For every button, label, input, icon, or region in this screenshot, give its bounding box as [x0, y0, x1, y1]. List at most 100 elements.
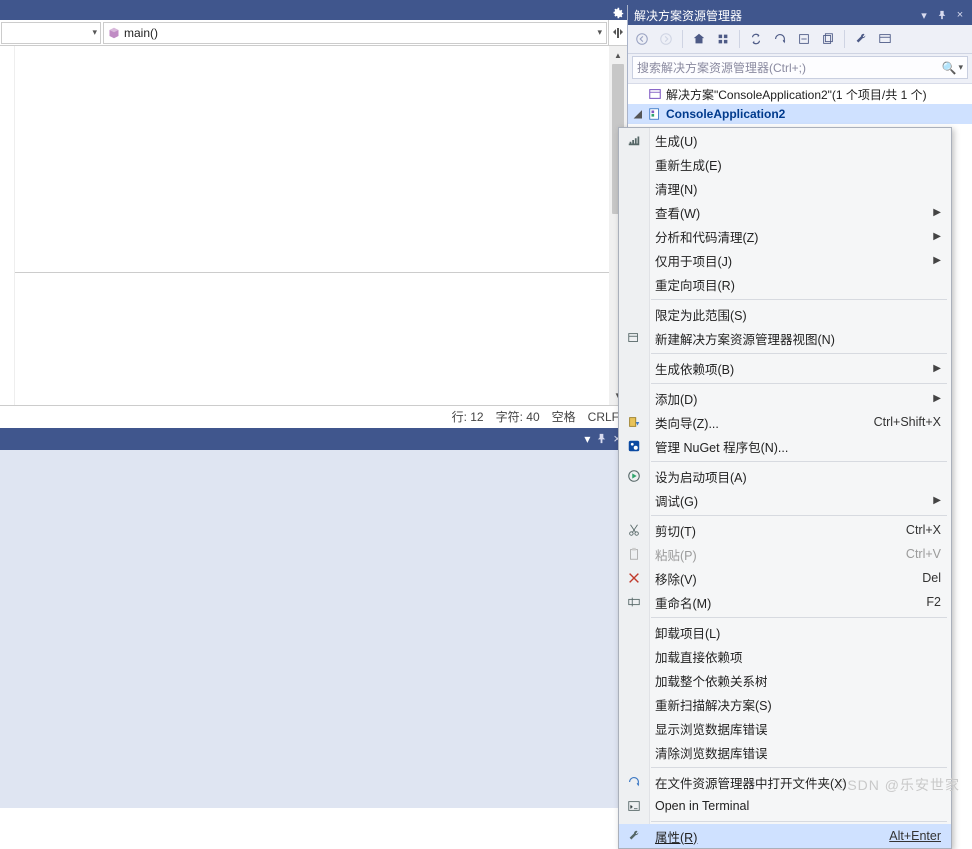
classwiz-icon — [625, 413, 643, 431]
menu-item[interactable]: 管理 NuGet 程序包(N)... — [619, 434, 951, 458]
menu-item-label: 清理(N) — [655, 179, 697, 198]
menu-item-label: 管理 NuGet 程序包(N)... — [655, 437, 788, 456]
pin-icon[interactable] — [596, 433, 607, 444]
menu-item[interactable]: 属性(R) Alt+Enter — [619, 824, 951, 848]
properties-button[interactable] — [851, 29, 871, 49]
terminal-icon — [625, 797, 643, 815]
menu-item[interactable]: 重定向项目(R) — [619, 272, 951, 296]
solution-explorer-toolbar — [628, 25, 972, 54]
status-eol: CRLF — [588, 410, 619, 424]
menu-item-label: 设为启动项目(A) — [655, 467, 747, 486]
menu-item-shortcut: Del — [922, 571, 941, 585]
menu-item-shortcut: Ctrl+V — [906, 547, 941, 561]
menu-item[interactable]: 调试(G)▶ — [619, 488, 951, 512]
solution-tree[interactable]: 解决方案"ConsoleApplication2"(1 个项目/共 1 个) ◢… — [628, 83, 972, 124]
menu-item[interactable]: 生成依赖项(B)▶ — [619, 356, 951, 380]
nav-member-dropdown[interactable]: main() ▾ — [103, 22, 607, 44]
menu-item[interactable]: 添加(D)▶ — [619, 386, 951, 410]
menu-item-label: 移除(V) — [655, 569, 697, 588]
menu-item-label: 属性(R) — [655, 827, 697, 846]
menu-item[interactable]: 限定为此范围(S) — [619, 302, 951, 326]
sync-button[interactable] — [746, 29, 766, 49]
menu-item[interactable]: 加载整个依赖关系树 — [619, 668, 951, 692]
nav-scope-dropdown[interactable]: ▾ — [1, 22, 101, 44]
status-col: 字符: 40 — [496, 408, 540, 425]
back-button[interactable] — [632, 29, 652, 49]
solution-explorer-search: 搜索解决方案资源管理器(Ctrl+;) 🔍 ▾ — [628, 54, 972, 83]
submenu-arrow-icon: ▶ — [933, 255, 941, 266]
code-editor[interactable]: ▲ ▼ — [0, 46, 627, 405]
switch-views-button[interactable] — [713, 29, 733, 49]
menu-item[interactable]: 移除(V) Del — [619, 566, 951, 590]
newview-icon — [625, 329, 643, 347]
menu-item-label: 分析和代码清理(Z) — [655, 227, 758, 246]
menu-item-shortcut: F2 — [926, 595, 941, 609]
menu-item-label: 生成(U) — [655, 131, 697, 150]
expand-icon[interactable]: ◢ — [632, 109, 644, 120]
menu-item-label: 添加(D) — [655, 389, 697, 408]
menu-item[interactable]: 在文件资源管理器中打开文件夹(X) — [619, 770, 951, 794]
menu-item[interactable]: 卸载项目(L) — [619, 620, 951, 644]
menu-item[interactable]: 清除浏览数据库错误 — [619, 740, 951, 764]
close-icon[interactable]: × — [954, 9, 966, 21]
startup-icon — [625, 467, 643, 485]
pin-icon[interactable] — [936, 9, 948, 21]
menu-item-label: 调试(G) — [655, 491, 698, 510]
menu-item[interactable]: 新建解决方案资源管理器视图(N) — [619, 326, 951, 350]
menu-item-label: 新建解决方案资源管理器视图(N) — [655, 329, 835, 348]
menu-item[interactable]: 剪切(T)Ctrl+X — [619, 518, 951, 542]
panel-dropdown-icon[interactable]: ▾ — [584, 432, 590, 446]
split-editor-button[interactable] — [608, 20, 627, 45]
solution-node[interactable]: 解决方案"ConsoleApplication2"(1 个项目/共 1 个) — [628, 84, 972, 104]
menu-item-label: Open in Terminal — [655, 799, 749, 813]
menu-item-label: 查看(W) — [655, 203, 700, 222]
refresh-button[interactable] — [770, 29, 790, 49]
menu-item[interactable]: 仅用于项目(J) ▶ — [619, 248, 951, 272]
search-input[interactable]: 搜索解决方案资源管理器(Ctrl+;) 🔍 ▾ — [632, 56, 968, 79]
forward-button[interactable] — [656, 29, 676, 49]
menu-item-label: 在文件资源管理器中打开文件夹(X) — [655, 773, 847, 792]
search-icon: 🔍 — [942, 61, 957, 75]
collapse-all-button[interactable] — [794, 29, 814, 49]
gear-icon[interactable] — [612, 7, 624, 19]
project-icon — [648, 107, 662, 121]
editor-status-bar: 行: 12 字符: 40 空格 CRLF — [0, 405, 627, 428]
project-node[interactable]: ◢ ConsoleApplication2 — [628, 104, 972, 124]
show-all-files-button[interactable] — [818, 29, 838, 49]
status-ws: 空格 — [552, 408, 576, 425]
menu-item-shortcut: Alt+Enter — [889, 829, 941, 843]
menu-item[interactable]: 类向导(Z)... Ctrl+Shift+X — [619, 410, 951, 434]
menu-item-shortcut: Ctrl+Shift+X — [874, 415, 941, 429]
menu-item[interactable]: 设为启动项目(A) — [619, 464, 951, 488]
menu-item-label: 生成依赖项(B) — [655, 359, 734, 378]
menu-item[interactable]: 重新扫描解决方案(S) — [619, 692, 951, 716]
rename-icon — [625, 593, 643, 611]
menu-item-label: 加载整个依赖关系树 — [655, 671, 768, 690]
menu-item[interactable]: 显示浏览数据库错误 — [619, 716, 951, 740]
bottom-panel — [0, 450, 627, 809]
menu-item-label: 重新扫描解决方案(S) — [655, 695, 772, 714]
menu-item-label: 卸载项目(L) — [655, 623, 720, 642]
menu-item[interactable]: 重新生成(E) — [619, 152, 951, 176]
solution-explorer-title: 解决方案资源管理器 — [634, 7, 742, 24]
solution-icon — [648, 87, 662, 101]
menu-item-label: 仅用于项目(J) — [655, 251, 732, 270]
menu-item[interactable]: 生成(U) — [619, 128, 951, 152]
menu-item[interactable]: 分析和代码清理(Z)▶ — [619, 224, 951, 248]
panel-menu-icon[interactable]: ▾ — [918, 9, 930, 21]
preview-button[interactable] — [875, 29, 895, 49]
menu-item-label: 类向导(Z)... — [655, 413, 719, 432]
menu-item[interactable]: 加载直接依赖项 — [619, 644, 951, 668]
menu-item[interactable]: 重命名(M)F2 — [619, 590, 951, 614]
build-icon — [625, 131, 643, 149]
menu-item[interactable]: 查看(W)▶ — [619, 200, 951, 224]
menu-item-label: 重新生成(E) — [655, 155, 722, 174]
bottom-panel-header: ▾ × — [0, 428, 627, 450]
menu-item[interactable]: Open in Terminal — [619, 794, 951, 818]
menu-item-label: 清除浏览数据库错误 — [655, 743, 768, 762]
menu-item[interactable]: 清理(N) — [619, 176, 951, 200]
editor-config-bar — [0, 5, 627, 20]
menu-item-label: 显示浏览数据库错误 — [655, 719, 768, 738]
cut-icon — [625, 521, 643, 539]
home-button[interactable] — [689, 29, 709, 49]
